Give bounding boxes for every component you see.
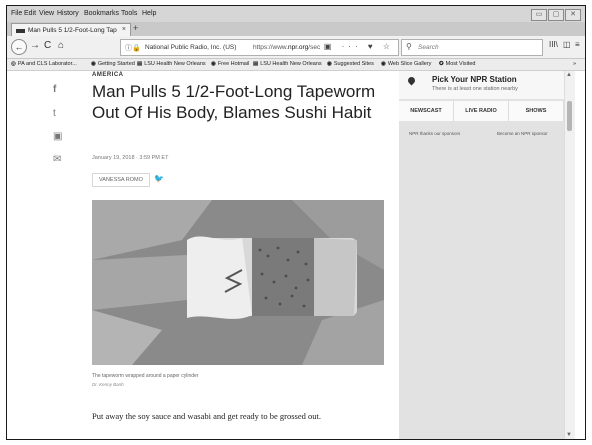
npr-sidebar: Pick Your NPR Station There is at least …: [399, 71, 564, 439]
article-body-cutoff: [92, 433, 392, 436]
station-title: Pick Your NPR Station: [432, 75, 517, 84]
nav-bar: ← → C ⌂ ⓘ🔒 National Public Radio, Inc. (…: [7, 36, 585, 59]
author-twitter-icon[interactable]: 🐦: [154, 174, 164, 183]
lock-icon[interactable]: ⓘ🔒: [125, 43, 141, 53]
live-radio-button[interactable]: LIVE RADIO: [454, 101, 509, 121]
flipboard-share-icon[interactable]: ▣: [53, 131, 62, 142]
back-button[interactable]: ←: [11, 39, 27, 55]
bookmark-web-slice-gallery[interactable]: ◉ Web Slice Gallery: [381, 61, 431, 67]
library-icon[interactable]: III\: [549, 40, 558, 49]
menu-bar: File Edit View History Bookmarks Tools H…: [7, 6, 585, 22]
menu-history[interactable]: History: [57, 10, 79, 17]
new-tab-button[interactable]: +: [133, 23, 138, 33]
bookmark-getting-started[interactable]: ◉ Getting Started: [91, 61, 135, 67]
email-share-icon[interactable]: ✉: [53, 154, 61, 165]
tab-title: Man Pulls 5 1/2-Foot-Long Tap: [28, 27, 117, 34]
station-picker[interactable]: Pick Your NPR Station There is at least …: [399, 71, 564, 99]
menu-file[interactable]: File: [11, 10, 22, 17]
tab-article[interactable]: Man Pulls 5 1/2-Foot-Long Tap ×: [11, 23, 131, 37]
scroll-up-icon[interactable]: ▲: [566, 72, 572, 78]
bookmark-most-visited[interactable]: ✪ Most Visited: [439, 61, 475, 67]
bookmark-lsu-health-1[interactable]: ▤ LSU Health New Orleans: [137, 61, 206, 67]
bookmarks-overflow-icon[interactable]: »: [573, 61, 576, 67]
maximize-button[interactable]: ▢: [548, 9, 564, 21]
twitter-share-icon[interactable]: t: [53, 108, 56, 119]
sponsor-thanks: NPR thanks our sponsors: [409, 131, 461, 136]
tab-strip: Man Pulls 5 1/2-Foot-Long Tap × +: [7, 22, 585, 37]
menu-bookmarks[interactable]: Bookmarks: [84, 10, 119, 17]
reload-button[interactable]: C: [44, 40, 51, 51]
photo-credit: Dr. Kenny Banh: [92, 382, 124, 387]
window-controls: ▭ ▢ ✕: [531, 9, 581, 21]
tab-close-icon[interactable]: ×: [122, 26, 126, 33]
bookmark-lsu-health-2[interactable]: ▤ LSU Health New Orleans: [253, 61, 322, 67]
close-window-button[interactable]: ✕: [565, 9, 581, 21]
page-content: f t ▣ ✉ AMERICA Man Pulls 5 1/2-Foot-Lon…: [7, 71, 585, 439]
url-text[interactable]: https://www.npr.org/sec: [253, 44, 320, 51]
section-label[interactable]: AMERICA: [92, 72, 124, 78]
author-byline[interactable]: VANESSA ROMO: [92, 173, 150, 187]
hamburger-menu-icon[interactable]: ≡: [575, 40, 580, 49]
photo-caption: The tapeworm wrapped around a paper cyli…: [92, 373, 199, 379]
scroll-down-icon[interactable]: ▼: [566, 432, 572, 438]
photo-illustration: [92, 200, 384, 365]
bookmarks-bar: ◎ PA and CLS Laborator... ◉ Getting Starte…: [7, 59, 585, 71]
menu-view[interactable]: View: [39, 10, 54, 17]
npr-favicon-icon: [16, 28, 25, 33]
menu-tools[interactable]: Tools: [121, 10, 137, 17]
browser-window: File Edit View History Bookmarks Tools H…: [6, 5, 586, 440]
facebook-share-icon[interactable]: f: [53, 84, 56, 95]
page-actions-icon[interactable]: ▣ ··· ♥ ☆: [324, 42, 394, 51]
menu-help[interactable]: Help: [142, 10, 156, 17]
become-sponsor-link[interactable]: Become an NPR sponsor: [497, 131, 548, 136]
article-body: Put away the soy sauce and wasabi and ge…: [92, 411, 321, 421]
url-bar[interactable]: ⓘ🔒 National Public Radio, Inc. (US) http…: [120, 39, 399, 56]
bookmark-suggested-sites[interactable]: ◉ Suggested Sites: [327, 61, 374, 67]
forward-button[interactable]: →: [30, 40, 40, 51]
site-identity: National Public Radio, Inc. (US): [145, 43, 237, 51]
sidebar-toggle-icon[interactable]: ◫: [563, 40, 571, 49]
home-button[interactable]: ⌂: [58, 40, 64, 51]
article-headline: Man Pulls 5 1/2-Foot-Long Tapeworm Out O…: [92, 82, 376, 122]
location-pin-icon: [406, 75, 417, 86]
station-subtitle: There is at least one station nearby: [432, 86, 518, 92]
search-placeholder: Search: [418, 43, 439, 51]
vertical-scrollbar[interactable]: ▲ ▼: [564, 71, 575, 439]
search-box[interactable]: ⚲ Search: [401, 39, 543, 56]
article-date: January 19, 2018 · 3:59 PM ET: [92, 155, 169, 161]
bookmark-pa-cls[interactable]: ◎ PA and CLS Laborator...: [11, 61, 77, 67]
menu-edit[interactable]: Edit: [24, 10, 36, 17]
minimize-button[interactable]: ▭: [531, 9, 547, 21]
bookmark-free-hotmail[interactable]: ◉ Free Hotmail: [211, 61, 249, 67]
scroll-thumb[interactable]: [567, 101, 572, 131]
search-icon: ⚲: [406, 42, 412, 51]
shows-button[interactable]: SHOWS: [509, 101, 564, 121]
newscast-button[interactable]: NEWSCAST: [399, 101, 454, 121]
tapeworm-photo: [92, 200, 384, 365]
sidebar-buttons: NEWSCAST LIVE RADIO SHOWS: [399, 101, 564, 121]
